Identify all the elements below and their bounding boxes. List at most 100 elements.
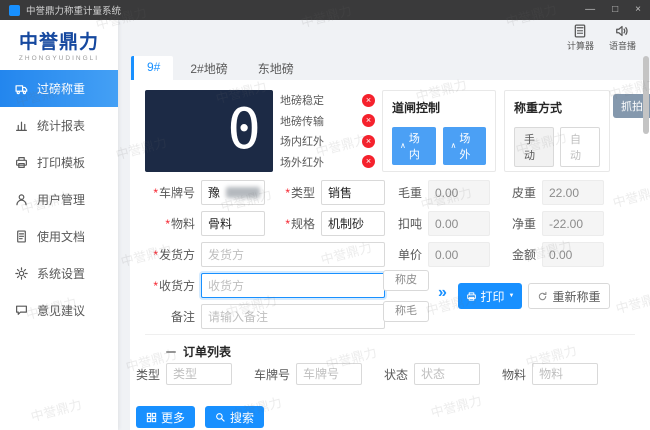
mode-auto-option[interactable]: 自动 bbox=[560, 127, 600, 167]
filter-plate-input[interactable] bbox=[296, 363, 363, 385]
tab-scale-2[interactable]: 2#地磅 bbox=[177, 56, 240, 80]
weigh-tare-button[interactable]: 称皮 bbox=[383, 270, 429, 291]
grid-icon bbox=[146, 412, 157, 422]
orders-header[interactable]: 订单列表 bbox=[166, 343, 231, 360]
status-item: 地磅稳定 × bbox=[280, 90, 375, 111]
weigh-gross-button[interactable]: 称毛 bbox=[383, 301, 429, 322]
status-label: 地磅稳定 bbox=[280, 95, 324, 108]
sidebar-item-label: 打印模板 bbox=[37, 156, 86, 170]
filter-status-label: 状态 bbox=[384, 367, 409, 382]
tare-weight-input[interactable] bbox=[542, 180, 604, 205]
sidebar-item-weighing[interactable]: 过磅称重 bbox=[0, 70, 118, 107]
logo: 中誉鼎力 ZHONGYUDINGLI bbox=[0, 20, 118, 67]
unit-price-input[interactable] bbox=[428, 242, 490, 267]
filter-material: 物料 bbox=[502, 363, 599, 385]
weigh-mode-title: 称重方式 bbox=[514, 101, 563, 115]
tab-label: 2#地磅 bbox=[190, 62, 228, 76]
sidebar-item-label: 过磅称重 bbox=[37, 82, 86, 96]
more-label: 更多 bbox=[161, 410, 186, 425]
scale-tabs: 9# 2#地磅 东地磅 bbox=[131, 56, 307, 80]
sender-input[interactable] bbox=[201, 242, 385, 267]
mode-manual-option[interactable]: 手动 bbox=[514, 127, 554, 167]
gate-in-button[interactable]: ∧ 场内 bbox=[392, 127, 436, 165]
redaction-mask bbox=[226, 187, 260, 198]
orders-actions: 更多 搜索 bbox=[136, 406, 265, 428]
sidebar-item-feedback[interactable]: 意见建议 bbox=[0, 292, 118, 329]
status-label: 场外红外 bbox=[280, 156, 324, 169]
gate-out-label: 场外 bbox=[459, 133, 471, 161]
error-x-icon: × bbox=[362, 155, 375, 169]
gross-weight-input[interactable] bbox=[428, 180, 490, 205]
section-divider bbox=[145, 334, 635, 335]
remark-input[interactable] bbox=[201, 304, 385, 329]
amount-input[interactable] bbox=[542, 242, 604, 267]
sidebar-item-label: 意见建议 bbox=[37, 304, 86, 318]
voice-tool[interactable]: 语音播 bbox=[609, 24, 636, 52]
gross-weight-label: 毛重 bbox=[397, 186, 422, 200]
sidebar-menu: 过磅称重 统计报表 打印模板 用户管理 使用文档 系统设置 意见建议 bbox=[0, 70, 118, 329]
status-list: 地磅稳定 × 地磅传输 × 场内红外 × 场外红外 × bbox=[280, 90, 375, 172]
amount-label: 金额 bbox=[511, 248, 536, 262]
action-buttons: 称皮 称毛 » 打印 ▼ 重新称重 bbox=[383, 270, 643, 326]
tare-weight-label: 皮重 bbox=[511, 186, 536, 200]
tab-scale-east[interactable]: 东地磅 bbox=[245, 56, 307, 80]
status-label: 地磅传输 bbox=[280, 115, 324, 128]
remark-label: 备注 bbox=[170, 310, 195, 324]
filter-type-input[interactable] bbox=[166, 363, 233, 385]
minimize-button[interactable]: — bbox=[585, 0, 595, 20]
receiver-label: *收货方 bbox=[153, 279, 195, 293]
required-mark: * bbox=[153, 186, 158, 200]
deduction-input[interactable] bbox=[428, 211, 490, 236]
type-label: *类型 bbox=[285, 186, 315, 200]
net-weight-input[interactable] bbox=[542, 211, 604, 236]
sidebar: 中誉鼎力 ZHONGYUDINGLI 过磅称重 统计报表 打印模板 用户管理 使… bbox=[0, 20, 118, 430]
type-input[interactable] bbox=[321, 180, 385, 205]
unit-price-label: 单价 bbox=[397, 248, 422, 262]
weigh-mode-options: 手动 自动 bbox=[514, 127, 600, 167]
filter-type: 类型 bbox=[136, 363, 233, 385]
reweigh-button[interactable]: 重新称重 bbox=[528, 283, 610, 309]
spec-input[interactable] bbox=[321, 211, 385, 236]
filter-plate: 车牌号 bbox=[254, 363, 363, 385]
form-row: *车牌号 *类型 bbox=[145, 180, 385, 205]
calculator-tool[interactable]: 计算器 bbox=[567, 24, 594, 52]
print-button[interactable]: 打印 ▼ bbox=[458, 283, 522, 309]
sidebar-item-label: 统计报表 bbox=[37, 119, 86, 133]
material-input[interactable] bbox=[201, 211, 265, 236]
sidebar-item-print-templates[interactable]: 打印模板 bbox=[0, 144, 118, 181]
required-mark: * bbox=[165, 217, 170, 231]
sidebar-item-docs[interactable]: 使用文档 bbox=[0, 218, 118, 255]
more-button[interactable]: 更多 bbox=[136, 406, 196, 428]
gate-buttons: ∧ 场内 ∧ 场外 bbox=[392, 127, 486, 165]
close-button[interactable]: × bbox=[635, 0, 641, 20]
logo-subtitle: ZHONGYUDINGLI bbox=[18, 55, 100, 62]
form-row: *收货方 bbox=[145, 273, 385, 298]
vertical-scrollbar[interactable] bbox=[643, 56, 649, 134]
filter-material-input[interactable] bbox=[532, 363, 599, 385]
sidebar-item-user-management[interactable]: 用户管理 bbox=[0, 181, 118, 218]
search-button[interactable]: 搜索 bbox=[205, 406, 265, 428]
caret-down-icon: ▼ bbox=[508, 293, 515, 299]
sidebar-item-label: 用户管理 bbox=[37, 193, 86, 207]
weight-value: 0 bbox=[227, 97, 261, 162]
gate-out-button[interactable]: ∧ 场外 bbox=[442, 127, 486, 165]
sidebar-item-reports[interactable]: 统计报表 bbox=[0, 107, 118, 144]
order-form-left: *车牌号 *类型 *物料 *规格 *发货方 bbox=[145, 180, 385, 335]
net-weight-label: 净重 bbox=[511, 217, 536, 231]
chat-bubble-icon bbox=[16, 305, 27, 315]
gate-in-label: 场内 bbox=[408, 133, 420, 161]
filter-status-input[interactable] bbox=[414, 363, 481, 385]
gate-control-box: 道闸控制 ∧ 场内 ∧ 场外 bbox=[382, 90, 496, 172]
maximize-button[interactable]: □ bbox=[612, 0, 618, 20]
sidebar-item-settings[interactable]: 系统设置 bbox=[0, 255, 118, 292]
gear-icon bbox=[15, 267, 28, 280]
form-row: 毛重 皮重 bbox=[392, 180, 616, 205]
sender-label: *发货方 bbox=[153, 248, 195, 262]
filter-plate-label: 车牌号 bbox=[254, 367, 291, 382]
search-label: 搜索 bbox=[230, 410, 255, 425]
window-title: 中誉鼎力称重计量系统 bbox=[26, 6, 122, 17]
receiver-input[interactable] bbox=[201, 273, 385, 298]
tab-scale-9[interactable]: 9# bbox=[131, 56, 174, 80]
tab-label: 东地磅 bbox=[257, 62, 294, 76]
error-x-icon: × bbox=[362, 93, 375, 107]
